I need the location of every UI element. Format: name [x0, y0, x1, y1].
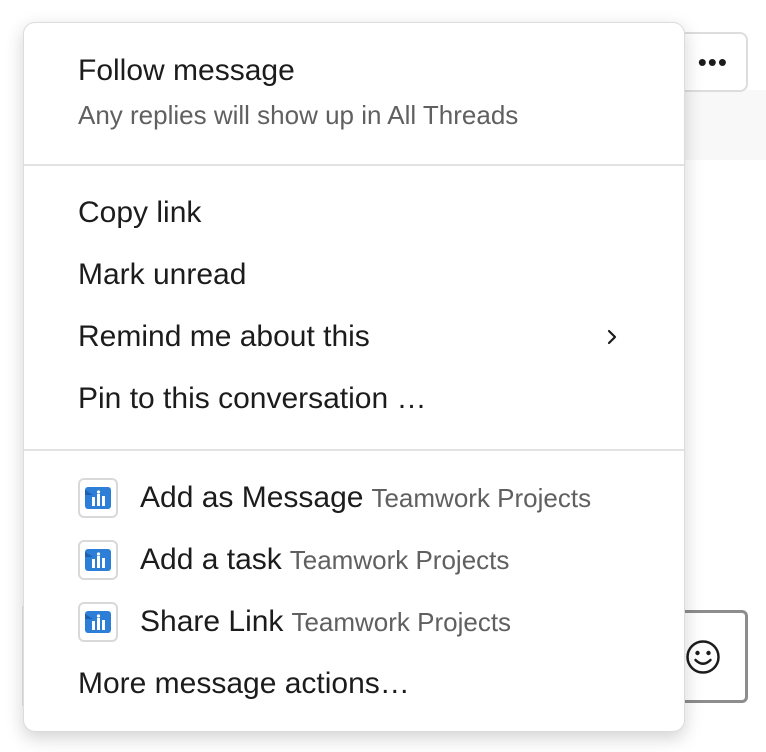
app-name-label: Teamwork Projects [291, 606, 512, 637]
mark-unread-label: Mark unread [78, 258, 247, 291]
follow-message-subtitle: Any replies will show up in All Threads [78, 100, 519, 130]
menu-divider [24, 449, 684, 451]
teamwork-projects-icon [78, 602, 118, 642]
teamwork-projects-icon [78, 478, 118, 518]
teamwork-projects-icon [78, 540, 118, 580]
share-link-label: Share Link [140, 605, 284, 638]
chevron-right-icon [607, 329, 617, 345]
more-actions-label: ••• [697, 46, 728, 77]
app-name-label: Teamwork Projects [289, 544, 510, 575]
pin-conversation-item[interactable]: Pin to this conversation … [24, 368, 684, 430]
mark-unread-item[interactable]: Mark unread [24, 244, 684, 306]
smiley-icon [686, 639, 720, 674]
message-actions-menu: Follow message Any replies will show up … [23, 22, 685, 732]
follow-message-title: Follow message [78, 54, 295, 87]
add-as-message-item[interactable]: Add as Message Teamwork Projects [24, 467, 684, 529]
add-a-task-label: Add a task [140, 543, 282, 576]
menu-divider [24, 164, 684, 166]
left-panel-edge [0, 606, 24, 706]
more-message-actions-label: More message actions… [78, 667, 410, 700]
remind-me-label: Remind me about this [78, 320, 370, 353]
remind-me-item[interactable]: Remind me about this [24, 306, 684, 368]
copy-link-item[interactable]: Copy link [24, 182, 684, 244]
add-as-message-label: Add as Message [140, 481, 364, 514]
more-message-actions-item[interactable]: More message actions… [24, 653, 684, 715]
app-name-label: Teamwork Projects [371, 482, 592, 513]
share-link-item[interactable]: Share Link Teamwork Projects [24, 591, 684, 653]
follow-message-item[interactable]: Follow message Any replies will show up … [24, 23, 684, 165]
copy-link-label: Copy link [78, 196, 202, 229]
add-a-task-item[interactable]: Add a task Teamwork Projects [24, 529, 684, 591]
pin-conversation-label: Pin to this conversation … [78, 382, 427, 415]
screen: ••• Follow message Any replies will show… [0, 0, 766, 752]
